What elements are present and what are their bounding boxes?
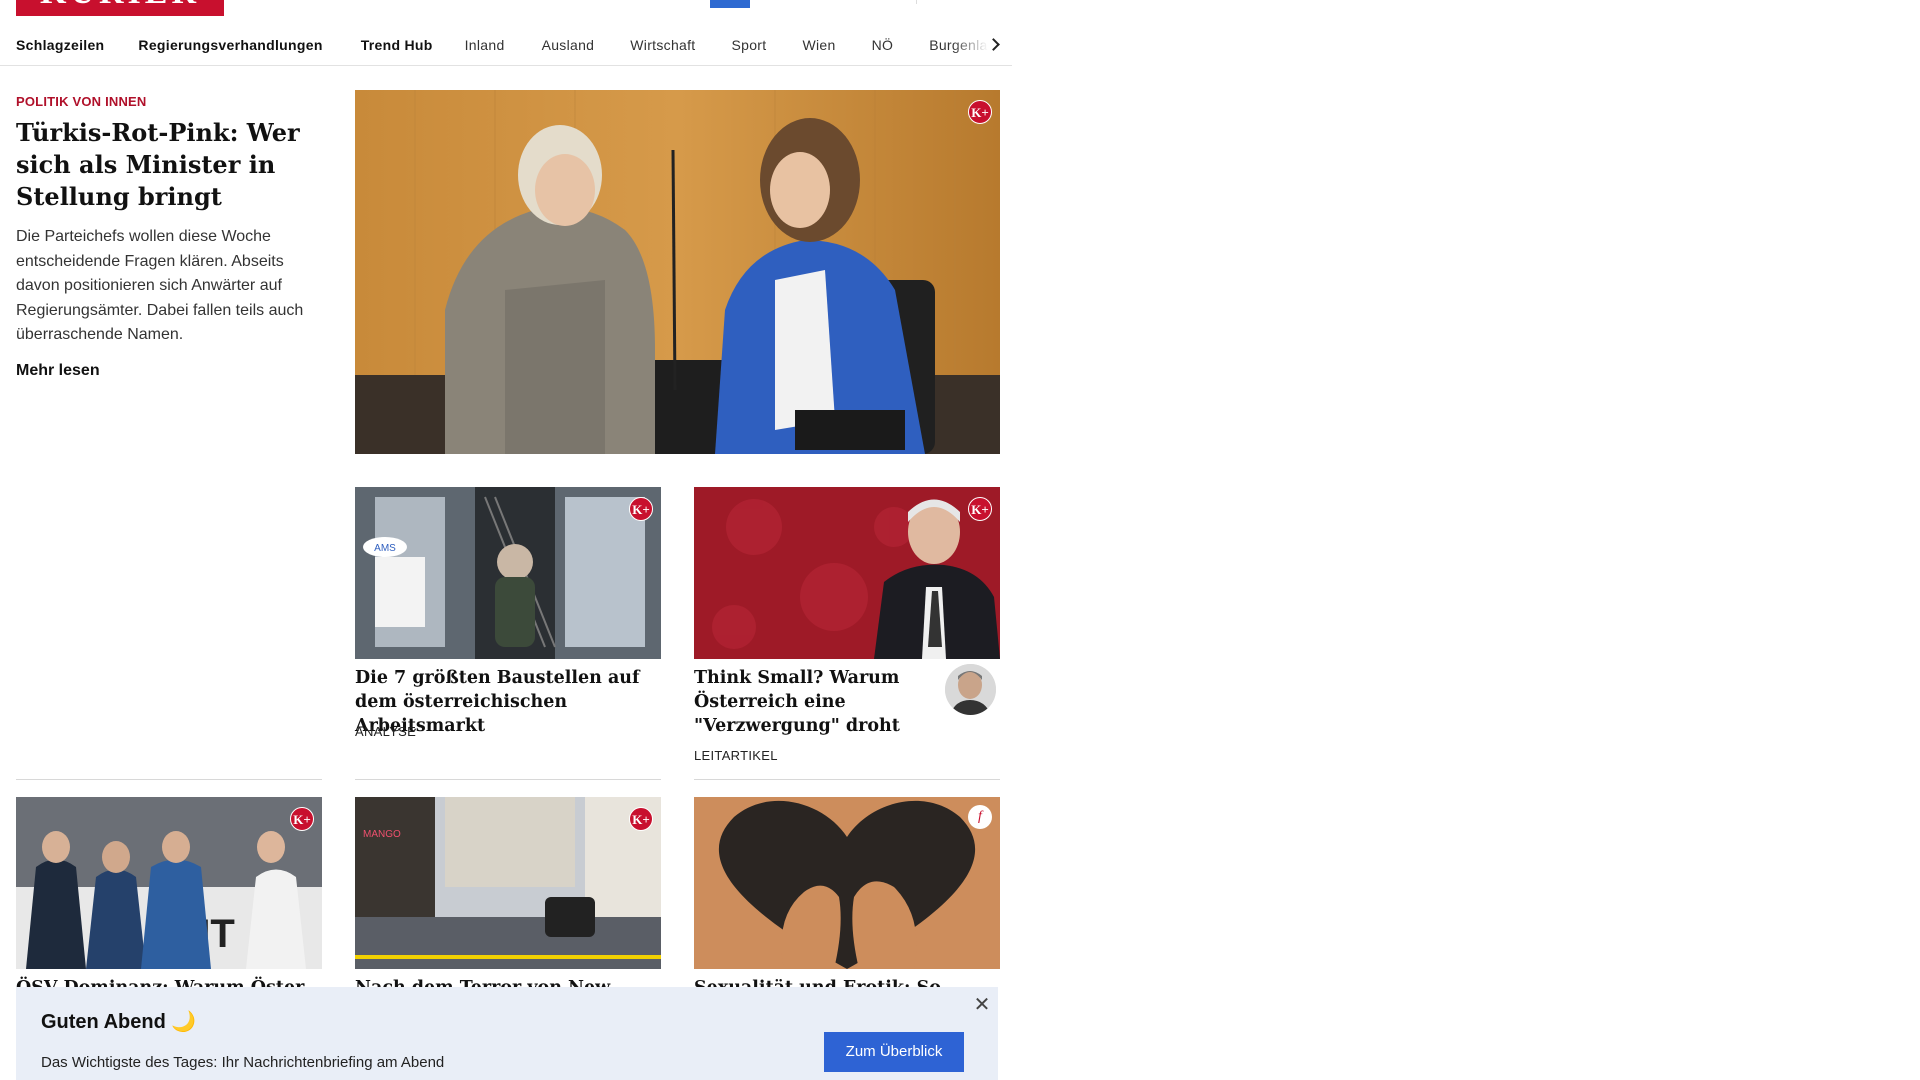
nav-scroll-right-button[interactable] bbox=[952, 24, 1012, 64]
lead-teaser: Die Parteichefs wollen diese Woche entsc… bbox=[16, 228, 304, 343]
card-image-arbeitsmarkt[interactable]: AMS K+ bbox=[355, 487, 661, 659]
nav-item-wirtschaft[interactable]: Wirtschaft bbox=[612, 37, 713, 53]
read-more-link[interactable]: Mehr lesen bbox=[16, 362, 100, 380]
kurier-plus-badge: K+ bbox=[968, 100, 992, 124]
banner-title: Guten Abend 🌙 bbox=[41, 1011, 197, 1033]
card-photo: MIT bbox=[16, 797, 322, 969]
header-accent-button[interactable] bbox=[710, 0, 750, 8]
lead-image[interactable]: K+ bbox=[355, 90, 1000, 454]
nav-item-noe[interactable]: NÖ bbox=[854, 37, 912, 53]
nav-item-sport[interactable]: Sport bbox=[714, 37, 785, 53]
card-label-analyse: ANALYSE bbox=[355, 724, 417, 739]
divider bbox=[355, 779, 661, 780]
card-image-verzwergung[interactable]: K+ bbox=[694, 487, 1000, 659]
nav-item-regierungsverhandlungen[interactable]: Regierungsverhandlungen bbox=[120, 37, 340, 53]
section-nav: Schlagzeilen Regierungsverhandlungen Tre… bbox=[0, 24, 1012, 66]
kurier-plus-badge: K+ bbox=[290, 807, 314, 831]
kurier-plus-badge: K+ bbox=[629, 807, 653, 831]
lead-article[interactable]: POLITIK VON INNEN Türkis-Rot-Pink: Wer s… bbox=[16, 94, 321, 380]
premium-badge: f bbox=[968, 805, 992, 829]
nav-item-trend-hub[interactable]: Trend Hub bbox=[341, 37, 449, 53]
chevron-right-icon bbox=[987, 37, 1000, 51]
card-image-oesv[interactable]: MIT K+ bbox=[16, 797, 322, 969]
nav-item-schlagzeilen[interactable]: Schlagzeilen bbox=[0, 37, 120, 53]
svg-text:MANGO: MANGO bbox=[363, 829, 401, 840]
card-photo: MANGO bbox=[355, 797, 661, 969]
nav-item-ausland[interactable]: Ausland bbox=[524, 37, 613, 53]
lead-photo bbox=[355, 90, 1000, 454]
card-image-sexualitaet[interactable]: f bbox=[694, 797, 1000, 969]
card-photo bbox=[694, 487, 1000, 659]
evening-briefing-banner: Guten Abend 🌙 Das Wichtigste des Tages: … bbox=[16, 987, 998, 1080]
kurier-logo[interactable]: KURIER bbox=[16, 0, 224, 16]
page: KURIER Schlagzeilen Regierungsverhandlun… bbox=[0, 0, 1020, 1080]
close-icon[interactable]: ✕ bbox=[972, 995, 992, 1015]
author-avatar[interactable] bbox=[945, 664, 996, 715]
kurier-plus-badge: K+ bbox=[629, 497, 653, 521]
divider bbox=[694, 779, 1000, 780]
card-image-new-orleans[interactable]: MANGO K+ bbox=[355, 797, 661, 969]
card-title-verzwergung[interactable]: Think Small? Warum Ös­terreich eine "Ver… bbox=[694, 666, 929, 738]
divider bbox=[16, 779, 322, 780]
lead-kicker: POLITIK VON INNEN bbox=[16, 94, 147, 109]
lead-title[interactable]: Türkis-Rot-Pink: Wer sich als Minister i… bbox=[16, 117, 321, 213]
header-divider bbox=[916, 0, 917, 4]
overview-button[interactable]: Zum Überblick bbox=[824, 1032, 964, 1072]
banner-subtitle: Das Wichtigste des Tages: Ihr Nachrichte… bbox=[41, 1054, 445, 1071]
card-label-leitartikel: LEITARTIKEL bbox=[694, 748, 778, 763]
svg-text:AMS: AMS bbox=[374, 543, 396, 554]
kurier-plus-badge: K+ bbox=[968, 497, 992, 521]
card-photo: AMS bbox=[355, 487, 661, 659]
logo-text: KURIER bbox=[40, 0, 200, 11]
nav-item-inland[interactable]: Inland bbox=[449, 37, 524, 53]
card-photo bbox=[694, 797, 1000, 969]
author-photo bbox=[945, 664, 996, 715]
nav-item-wien[interactable]: Wien bbox=[784, 37, 853, 53]
